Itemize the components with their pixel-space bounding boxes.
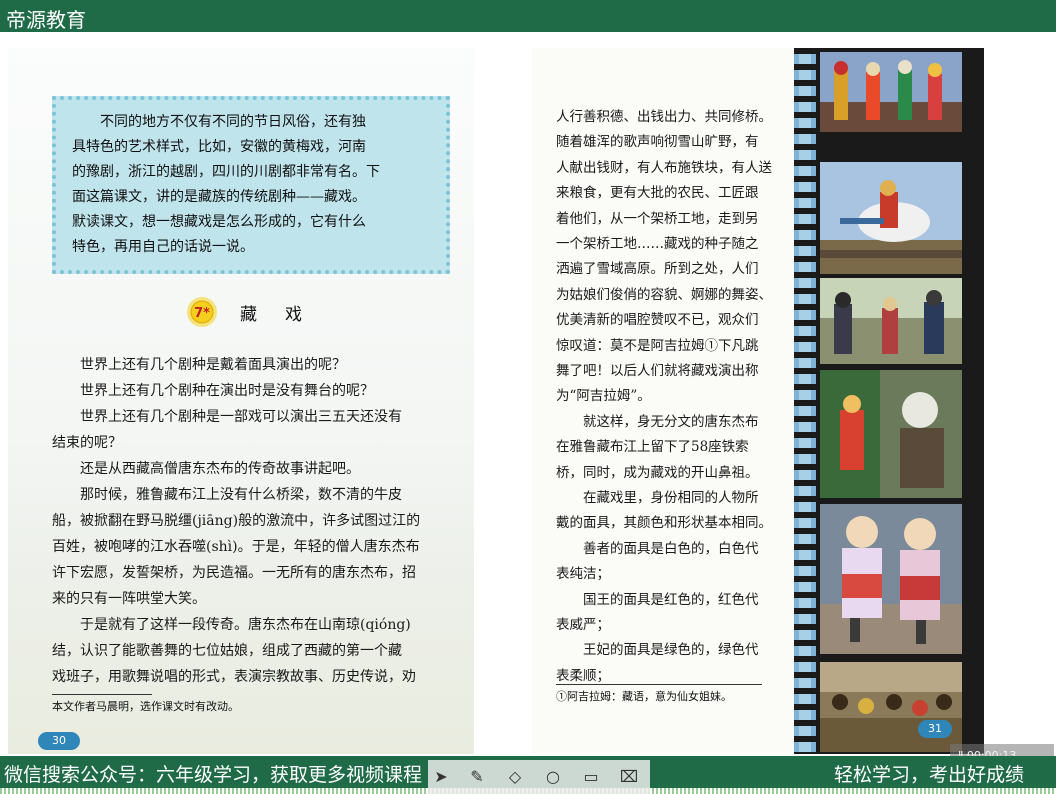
promo-text: 微信搜索公众号：六年级学习，获取更多视频课程 [4,764,423,786]
eraser-icon[interactable]: ◇ [504,766,526,788]
left-body-line: 于是就有了这样一段传奇。唐东杰布在山南琼(qióng) [52,617,411,633]
top-banner: 帝源教育 [0,0,1056,32]
lesson-number: 7* [194,306,210,321]
left-body-line: 许下宏愿，发誓架桥，为民造福。一无所有的唐东杰布，招 [52,565,416,581]
left-body-line: 百姓，被咆哮的江水吞噬(shì)。于是，年轻的僧人唐东杰布 [52,539,420,555]
film-strip [794,48,984,754]
left-body-line: 世界上还有几个剧种是戴着面具演出的呢？ [52,357,346,373]
left-body-line: 世界上还有几个剧种是一部戏可以演出三五天还没有 [52,409,402,425]
page-number-left: 30 [38,732,80,750]
right-body-line: 戴的面具，其颜色和形状基本相同。 [556,515,772,532]
search-icon[interactable]: ○ [542,766,564,788]
intro-line: 面这篇课文，讲的是藏族的传统剧种——藏戏。 [72,189,366,205]
right-body-line: 表纯洁； [556,566,610,583]
right-body-line: 在雅鲁藏布江上留下了58座铁索 [556,439,749,456]
intro-line: 特色，再用自己的话说一说。 [72,239,254,255]
right-body-line: 惊叹道：莫不是阿吉拉姆①下凡跳 [556,337,759,354]
right-body-line: 善者的面具是白色的，白色代 [556,540,759,557]
right-footnote: ①阿吉拉姆：藏语，意为仙女姐妹。 [556,690,732,703]
slogan-text: 轻松学习，考出好成绩 [833,764,1024,786]
left-footnote: 本文作者马晨明，选作课文时有改动。 [52,700,239,713]
right-body-line: 表威严； [556,617,610,633]
left-body-line: 船，被掀翻在野马脱缰(jiāng)般的激流中，许多试图过江的 [52,513,421,529]
annotation-toolbar: ➤ ✎ ◇ ○ ▭ ⌧ [428,760,650,794]
right-body-line: 为“阿吉拉姆”。 [556,388,651,405]
right-body-line: 一个架桥工地……藏戏的种子随之 [556,236,759,252]
right-body-line: 随着雄浑的歌声响彻雪山旷野，有 [556,134,759,151]
right-body-line: 王妃的面具是绿色的，绿色代 [556,642,759,659]
film-sprocket-holes [794,48,816,754]
photo-dancer-leaping [820,162,962,274]
intro-line: 不同的地方不仅有不同的节日风俗，还有独 [72,114,366,130]
right-body-line: 桥，同时，成为藏戏的开山鼻祖。 [556,464,759,481]
right-body-line: 人献出钱财，有人布施铁块，有人送 [556,159,772,176]
footnote-divider [556,684,762,685]
right-body-line: 洒遍了雪域高原。所到之处，人们 [556,261,759,278]
right-body-line: 在藏戏里，身份相同的人物所 [556,490,759,506]
left-body-line: 戏班子，用歌舞说唱的形式，表演宗教故事、历史传说，劝 [52,669,416,685]
lesson-title: 藏戏 [240,305,330,325]
right-body-line: 着他们，从一个架桥工地，走到另 [556,210,759,227]
right-body-line: 舞了吧！以后人们就将藏戏演出称 [556,363,759,379]
left-body-line: 结，认识了能歌善舞的七位姑娘，组成了西藏的第一个藏 [52,643,402,659]
photo-costumed-pair [820,504,962,654]
brand-title: 帝源教育 [6,8,86,32]
textbook-page-left: 不同的地方不仅有不同的节日风俗，还有独 具特色的艺术样式，比如，安徽的黄梅戏，河… [8,48,474,754]
left-body-line: 来的只有一阵哄堂大笑。 [52,591,206,607]
left-body-line: 结束的呢？ [52,435,122,451]
right-body-line: 为姑娘们俊俏的容貌、婀娜的舞姿、 [556,286,772,303]
intro-line: 的豫剧，浙江的越剧，四川的川剧都非常有名。下 [72,164,380,180]
footnote-divider [52,694,152,695]
photo-masked-elder [820,370,962,498]
right-body-line: 优美清新的唱腔赞叹不已，观众们 [556,312,759,329]
right-body-line: 国王的面具是红色的，红色代 [556,591,759,608]
photo-audience-crowd [820,662,962,752]
photo-masked-dancers [820,52,962,132]
lesson-number-badge: 7* [187,297,217,327]
intro-box: 不同的地方不仅有不同的节日风俗，还有独 具特色的艺术样式，比如，安徽的黄梅戏，河… [52,96,450,274]
left-body-line: 世界上还有几个剧种在演出时是没有舞台的呢？ [52,383,374,399]
screen-icon[interactable]: ▭ [580,766,602,788]
right-body-line: 就这样，身无分文的唐东杰布 [556,413,759,430]
page-number-right: 31 [918,720,952,738]
intro-line: 具特色的艺术样式，比如，安徽的黄梅戏，河南 [72,139,366,155]
left-body-line: 还是从西藏高僧唐东杰布的传奇故事讲起吧。 [52,461,360,477]
right-body-line: 来粮食，更有大批的农民、工匠跟 [556,185,759,202]
intro-line: 默读课文，想一想藏戏是怎么形成的，它有什么 [72,214,366,230]
textbook-page-right: 人行善积德、出钱出力、共同修桥。 随着雄浑的歌声响彻雪山旷野，有 人献出钱财，有人布… [532,48,984,754]
qr-icon[interactable]: ⌧ [618,766,640,788]
photo-performers-outdoor [820,278,962,364]
right-body-line: 人行善积德、出钱出力、共同修桥。 [556,109,772,125]
pointer-icon[interactable]: ➤ [430,766,452,788]
pen-icon[interactable]: ✎ [466,766,488,788]
left-body-line: 那时候，雅鲁藏布江上没有什么桥梁，数不清的牛皮 [52,487,402,503]
